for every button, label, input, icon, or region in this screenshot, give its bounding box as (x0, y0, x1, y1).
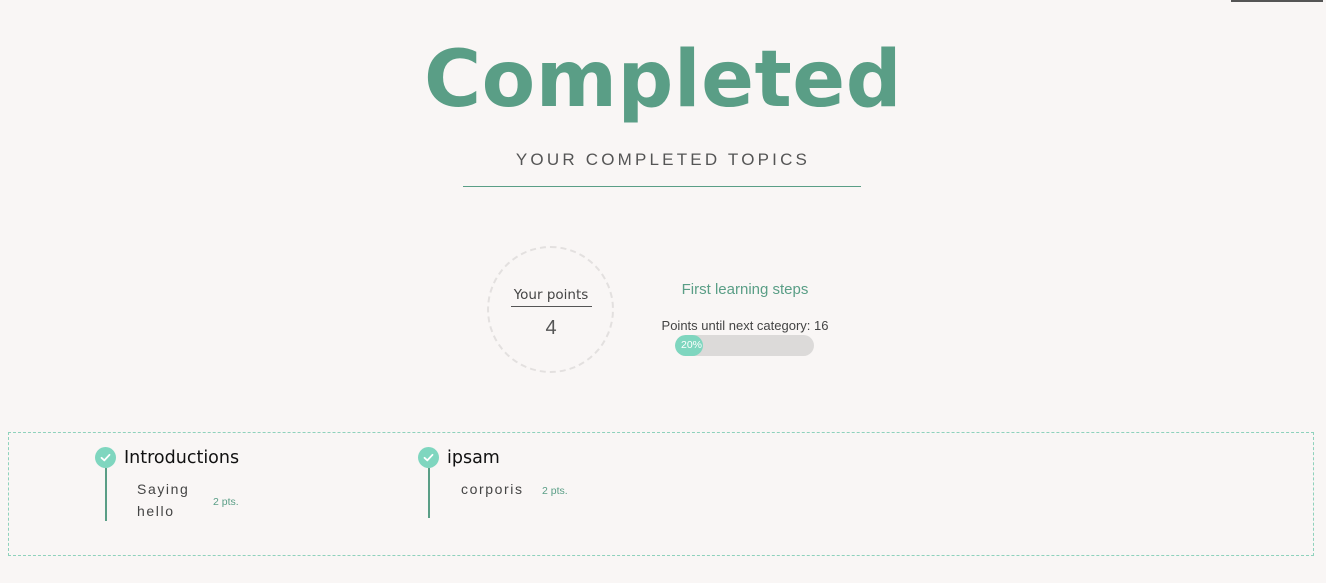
points-value: 4 (545, 317, 557, 339)
points-label: Your points (513, 287, 589, 303)
topic-timeline-line (104, 468, 107, 521)
next-category-text: Points until next category: 16 (661, 318, 829, 333)
category-progress-bar: 20% (675, 335, 814, 356)
lesson-points: 2 pts. (542, 485, 568, 497)
topic-title[interactable]: Introductions (124, 446, 239, 470)
lesson-title[interactable]: Saying hello (137, 478, 207, 522)
title-divider (463, 186, 861, 187)
progress-label: 20% (681, 339, 703, 351)
page-title: Completed (423, 35, 903, 125)
category-name: First learning steps (681, 281, 809, 298)
top-corner-bar (1231, 0, 1323, 2)
check-icon (95, 447, 116, 468)
page-subtitle: YOUR COMPLETED TOPICS (515, 150, 811, 169)
topic-title[interactable]: ipsam (447, 446, 500, 470)
points-label-underline (511, 306, 592, 307)
lesson-points: 2 pts. (213, 496, 239, 508)
topic-timeline-line (427, 468, 430, 518)
lesson-title[interactable]: corporis (461, 478, 551, 500)
check-icon (418, 447, 439, 468)
points-circle (487, 246, 614, 373)
